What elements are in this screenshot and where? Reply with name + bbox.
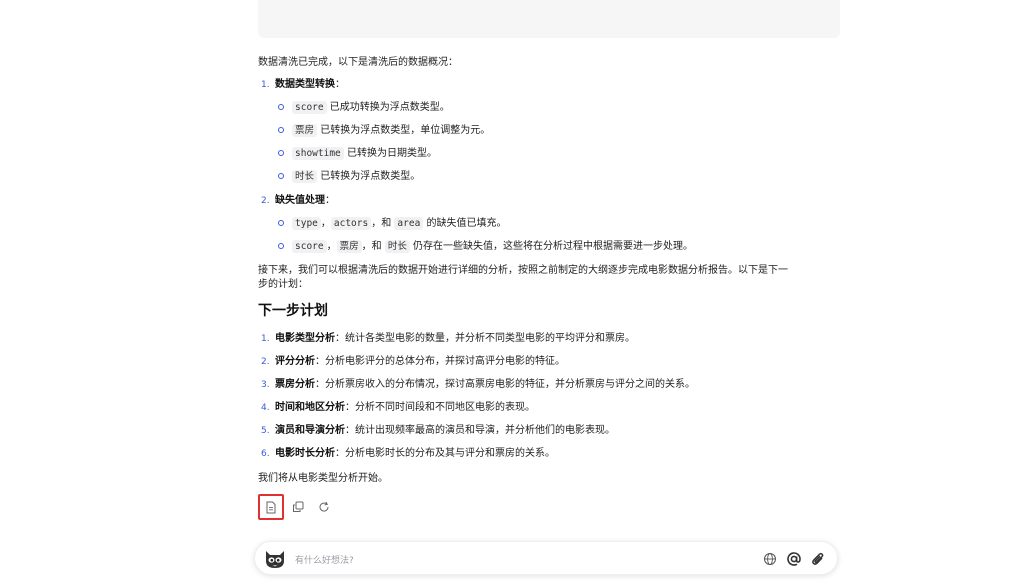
list-item: showtime 已转换为日期类型。 bbox=[292, 147, 437, 161]
plan-item: 时间和地区分析：分析不同时间段和不同地区电影的表现。 bbox=[275, 402, 535, 413]
closing-text: 我们将从电影类型分析开始。 bbox=[258, 473, 388, 484]
list-item: score，票房 ，和 时长 仍存在一些缺失值，这些将在分析过程中根据需要进一步处… bbox=[292, 240, 693, 254]
copy-button[interactable] bbox=[285, 494, 311, 520]
refresh-icon bbox=[319, 501, 329, 512]
bullet-icon bbox=[278, 127, 284, 133]
view-document-button[interactable] bbox=[258, 494, 284, 520]
chat-input-placeholder[interactable]: 有什么好想法? bbox=[295, 553, 354, 566]
list-number: 4. bbox=[261, 403, 270, 413]
list-number: 2. bbox=[261, 357, 270, 367]
next-steps-paragraph: 接下来，我们可以根据清洗后的数据开始进行详细的分析，按照之前制定的大纲逐步完成电… bbox=[258, 265, 788, 290]
previous-code-block bbox=[258, 0, 840, 38]
plan-item: 电影时长分析：分析电影时长的分布及其与评分和票房的关系。 bbox=[275, 448, 555, 459]
bullet-icon bbox=[278, 104, 284, 110]
plan-item: 票房分析：分析票房收入的分布情况，探讨高票房电影的特征，并分析票房与评分之间的关… bbox=[275, 379, 695, 390]
bullet-icon bbox=[278, 243, 284, 249]
paperclip-icon bbox=[812, 552, 824, 565]
raccoon-avatar-icon bbox=[266, 551, 284, 568]
list-item: type， actors ，和 area 的缺失值已填充。 bbox=[292, 217, 506, 231]
bullet-icon bbox=[278, 173, 284, 179]
list-number: 1. bbox=[261, 80, 270, 90]
list-number: 1. bbox=[261, 334, 270, 344]
regenerate-button[interactable] bbox=[311, 494, 337, 520]
list-item-title: 缺失值处理： bbox=[275, 195, 335, 206]
mention-button[interactable] bbox=[785, 550, 803, 568]
chat-page: 数据清洗已完成，以下是清洗后的数据概况： 1. 数据类型转换： score 已成… bbox=[0, 0, 1026, 588]
globe-icon bbox=[764, 553, 776, 565]
document-icon bbox=[266, 501, 276, 513]
list-number: 6. bbox=[261, 449, 270, 459]
plan-item: 演员和导演分析：统计出现频率最高的演员和导演，并分析他们的电影表现。 bbox=[275, 425, 615, 436]
list-number: 3. bbox=[261, 380, 270, 390]
copy-icon bbox=[293, 501, 304, 512]
list-item: score 已成功转换为浮点数类型。 bbox=[292, 101, 450, 115]
bullet-icon bbox=[278, 150, 284, 156]
list-number: 5. bbox=[261, 426, 270, 436]
plan-item: 评分分析：分析电影评分的总体分布，并探讨高评分电影的特征。 bbox=[275, 356, 565, 367]
intro-text: 数据清洗已完成，以下是清洗后的数据概况： bbox=[258, 57, 458, 68]
at-icon bbox=[787, 552, 801, 566]
list-item: 票房 已转换为浮点数类型，单位调整为元。 bbox=[292, 124, 490, 138]
list-item-title: 数据类型转换： bbox=[275, 79, 345, 90]
web-search-button[interactable] bbox=[761, 550, 779, 568]
chat-input-box[interactable]: 有什么好想法? bbox=[254, 541, 838, 575]
list-item: 时长 已转换为浮点数类型。 bbox=[292, 170, 420, 184]
attach-button[interactable] bbox=[809, 550, 827, 568]
bullet-icon bbox=[278, 220, 284, 226]
section-heading: 下一步计划 bbox=[258, 303, 328, 319]
plan-item: 电影类型分析：统计各类型电影的数量，并分析不同类型电影的平均评分和票房。 bbox=[275, 333, 635, 344]
list-number: 2. bbox=[261, 196, 270, 206]
